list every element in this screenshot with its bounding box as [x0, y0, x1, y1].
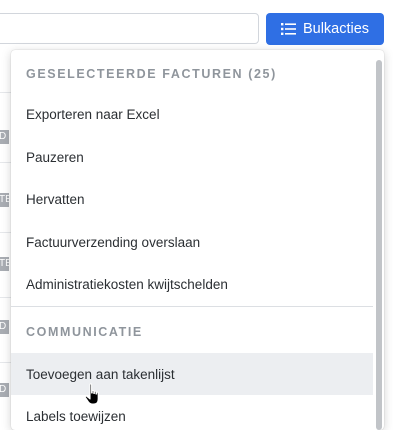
status-badge: D — [0, 130, 9, 144]
menu-item-export-excel[interactable]: Exporteren naar Excel — [11, 93, 373, 135]
status-badge: TE — [0, 193, 9, 207]
status-badge: D — [0, 383, 9, 397]
list-icon — [280, 23, 296, 35]
section-header-selected-invoices: GESELECTEERDE FACTUREN (25) — [26, 67, 277, 81]
status-badge: D — [0, 320, 9, 334]
menu-item-skip-invoice-sending[interactable]: Factuurverzending overslaan — [11, 221, 373, 263]
status-badge: TE — [0, 257, 9, 271]
menu-item-pause[interactable]: Pauzeren — [11, 136, 373, 178]
menu-item-add-to-tasklist[interactable]: Toevoegen aan takenlijst — [11, 353, 373, 395]
menu-item-assign-labels[interactable]: Labels toewijzen — [11, 395, 373, 430]
search-input[interactable] — [0, 13, 259, 44]
menu-divider — [11, 306, 373, 307]
bulk-actions-button[interactable]: Bulkacties — [266, 13, 384, 45]
menu-item-waive-admin-costs[interactable]: Administratiekosten kwijtschelden — [11, 263, 373, 305]
section-header-communication: COMMUNICATIE — [26, 325, 143, 339]
menu-item-resume[interactable]: Hervatten — [11, 178, 373, 220]
menu-scroll-area: GESELECTEERDE FACTUREN (25) Exporteren n… — [11, 50, 373, 430]
menu-scrollbar[interactable] — [376, 60, 382, 430]
bulk-actions-label: Bulkacties — [302, 21, 370, 37]
bulk-actions-menu: GESELECTEERDE FACTUREN (25) Exporteren n… — [11, 50, 384, 430]
